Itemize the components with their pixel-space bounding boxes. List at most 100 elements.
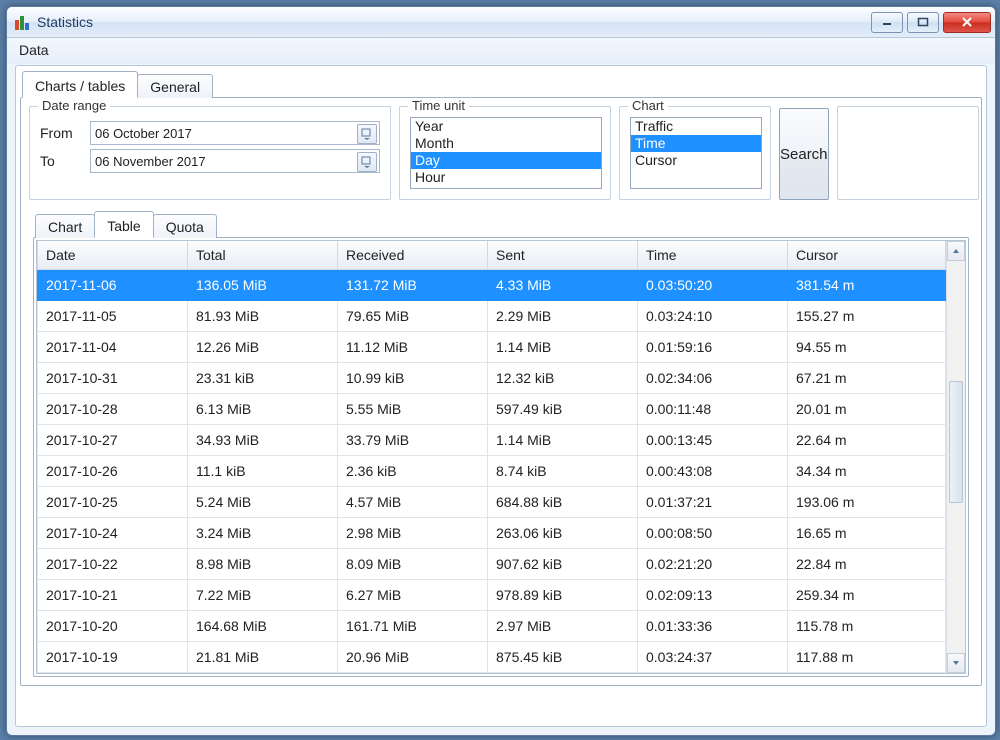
tab-quota[interactable]: Quota: [153, 214, 217, 238]
cell-sent: 978.89 kiB: [488, 580, 638, 611]
cell-received: 8.09 MiB: [338, 549, 488, 580]
col-cursor[interactable]: Cursor: [788, 241, 946, 270]
tab-charts-tables[interactable]: Charts / tables: [22, 71, 138, 98]
col-total[interactable]: Total: [188, 241, 338, 270]
cell-time: 0.00:11:48: [638, 394, 788, 425]
table-row[interactable]: 2017-10-20164.68 MiB161.71 MiB2.97 MiB0.…: [38, 611, 946, 642]
cell-date: 2017-11-04: [38, 332, 188, 363]
from-date-input[interactable]: 06 October 2017: [90, 121, 380, 145]
cell-date: 2017-10-31: [38, 363, 188, 394]
scroll-down-icon[interactable]: [947, 653, 965, 673]
to-date-input[interactable]: 06 November 2017: [90, 149, 380, 173]
maximize-button[interactable]: [907, 12, 939, 33]
chart-legend: Chart: [628, 98, 668, 113]
cell-sent: 907.62 kiB: [488, 549, 638, 580]
cell-time: 0.02:09:13: [638, 580, 788, 611]
data-table[interactable]: Date Total Received Sent Time Cursor 201…: [37, 241, 946, 673]
cell-time: 0.03:24:37: [638, 642, 788, 673]
cell-time: 0.02:21:20: [638, 549, 788, 580]
cell-total: 3.24 MiB: [188, 518, 338, 549]
tab-charts-tables-body: Date range From 06 October 2017 To 0: [20, 97, 982, 686]
cell-date: 2017-10-28: [38, 394, 188, 425]
to-label: To: [40, 153, 90, 169]
vertical-scrollbar[interactable]: [946, 241, 965, 673]
cell-time: 0.00:08:50: [638, 518, 788, 549]
cell-cursor: 35.84 m: [788, 673, 946, 674]
to-date-dropdown-icon[interactable]: [357, 152, 377, 172]
table-row[interactable]: 2017-10-3123.31 kiB10.99 kiB12.32 kiB0.0…: [38, 363, 946, 394]
table-row[interactable]: 2017-10-2611.1 kiB2.36 kiB8.74 kiB0.00:4…: [38, 456, 946, 487]
cell-date: 2017-11-06: [38, 270, 188, 301]
cell-total: 11.1 kiB: [188, 456, 338, 487]
cell-total: 81.93 MiB: [188, 301, 338, 332]
cell-date: 2017-10-20: [38, 611, 188, 642]
scrollbar-thumb[interactable]: [949, 381, 963, 503]
from-label: From: [40, 125, 90, 141]
close-button[interactable]: [943, 12, 991, 33]
cell-sent: 139.42 kiB: [488, 673, 638, 674]
cell-time: 0.01:59:16: [638, 332, 788, 363]
cell-time: 0.03:50:20: [638, 270, 788, 301]
time-unit-listbox[interactable]: YearMonthDayHour: [410, 117, 602, 189]
col-received[interactable]: Received: [338, 241, 488, 270]
cell-received: 131.72 MiB: [338, 270, 488, 301]
cell-received: 11.12 MiB: [338, 332, 488, 363]
list-option[interactable]: Traffic: [631, 118, 761, 135]
list-option[interactable]: Cursor: [631, 152, 761, 169]
cell-cursor: 155.27 m: [788, 301, 946, 332]
cell-time: 0.01:33:36: [638, 611, 788, 642]
tab-general[interactable]: General: [137, 74, 213, 98]
cell-total: 8.98 MiB: [188, 549, 338, 580]
col-sent[interactable]: Sent: [488, 241, 638, 270]
scroll-up-icon[interactable]: [947, 241, 965, 261]
date-range-legend: Date range: [38, 98, 110, 113]
menu-data[interactable]: Data: [13, 40, 55, 60]
search-button[interactable]: Search: [779, 108, 829, 200]
table-row[interactable]: 2017-10-2734.93 MiB33.79 MiB1.14 MiB0.00…: [38, 425, 946, 456]
from-date-dropdown-icon[interactable]: [357, 124, 377, 144]
titlebar[interactable]: Statistics: [7, 7, 995, 38]
list-option[interactable]: Hour: [411, 169, 601, 186]
list-option[interactable]: Month: [411, 135, 601, 152]
cell-sent: 597.49 kiB: [488, 394, 638, 425]
table-row[interactable]: 2017-10-217.22 MiB6.27 MiB978.89 kiB0.02…: [38, 580, 946, 611]
list-option[interactable]: Day: [411, 152, 601, 169]
minimize-button[interactable]: [871, 12, 903, 33]
cell-date: 2017-10-16: [38, 673, 188, 674]
table-row[interactable]: 2017-10-228.98 MiB8.09 MiB907.62 kiB0.02…: [38, 549, 946, 580]
col-time[interactable]: Time: [638, 241, 788, 270]
tab-chart[interactable]: Chart: [35, 214, 95, 238]
list-option[interactable]: Time: [631, 135, 761, 152]
cell-total: 6.13 MiB: [188, 394, 338, 425]
tab-table[interactable]: Table: [94, 211, 153, 238]
table-row[interactable]: 2017-10-286.13 MiB5.55 MiB597.49 kiB0.00…: [38, 394, 946, 425]
table-row[interactable]: 2017-11-0581.93 MiB79.65 MiB2.29 MiB0.03…: [38, 301, 946, 332]
cell-sent: 8.74 kiB: [488, 456, 638, 487]
cell-sent: 684.88 kiB: [488, 487, 638, 518]
tab-table-body: Date Total Received Sent Time Cursor 201…: [33, 237, 969, 677]
client-area: Charts / tables General Date range From …: [15, 65, 987, 727]
list-option[interactable]: Year: [411, 118, 601, 135]
cell-sent: 4.33 MiB: [488, 270, 638, 301]
data-table-container: Date Total Received Sent Time Cursor 201…: [36, 240, 966, 674]
cell-received: 5.55 MiB: [338, 394, 488, 425]
cell-cursor: 34.34 m: [788, 456, 946, 487]
table-row[interactable]: 2017-10-1921.81 MiB20.96 MiB875.45 kiB0.…: [38, 642, 946, 673]
cell-cursor: 22.64 m: [788, 425, 946, 456]
col-date[interactable]: Date: [38, 241, 188, 270]
chart-listbox[interactable]: TrafficTimeCursor: [630, 117, 762, 189]
cell-received: 10.99 kiB: [338, 363, 488, 394]
table-row[interactable]: 2017-10-162.34 MiB2.21 MiB139.42 kiB0.00…: [38, 673, 946, 674]
to-date-value: 06 November 2017: [95, 154, 206, 169]
cell-received: 2.36 kiB: [338, 456, 488, 487]
table-row[interactable]: 2017-11-06136.05 MiB131.72 MiB4.33 MiB0.…: [38, 270, 946, 301]
table-row[interactable]: 2017-11-0412.26 MiB11.12 MiB1.14 MiB0.01…: [38, 332, 946, 363]
cell-sent: 1.14 MiB: [488, 332, 638, 363]
cell-sent: 2.97 MiB: [488, 611, 638, 642]
main-tabs: Charts / tables General Date range From …: [20, 70, 982, 686]
cell-time: 0.02:34:06: [638, 363, 788, 394]
cell-received: 161.71 MiB: [338, 611, 488, 642]
table-row[interactable]: 2017-10-255.24 MiB4.57 MiB684.88 kiB0.01…: [38, 487, 946, 518]
table-row[interactable]: 2017-10-243.24 MiB2.98 MiB263.06 kiB0.00…: [38, 518, 946, 549]
cell-sent: 12.32 kiB: [488, 363, 638, 394]
